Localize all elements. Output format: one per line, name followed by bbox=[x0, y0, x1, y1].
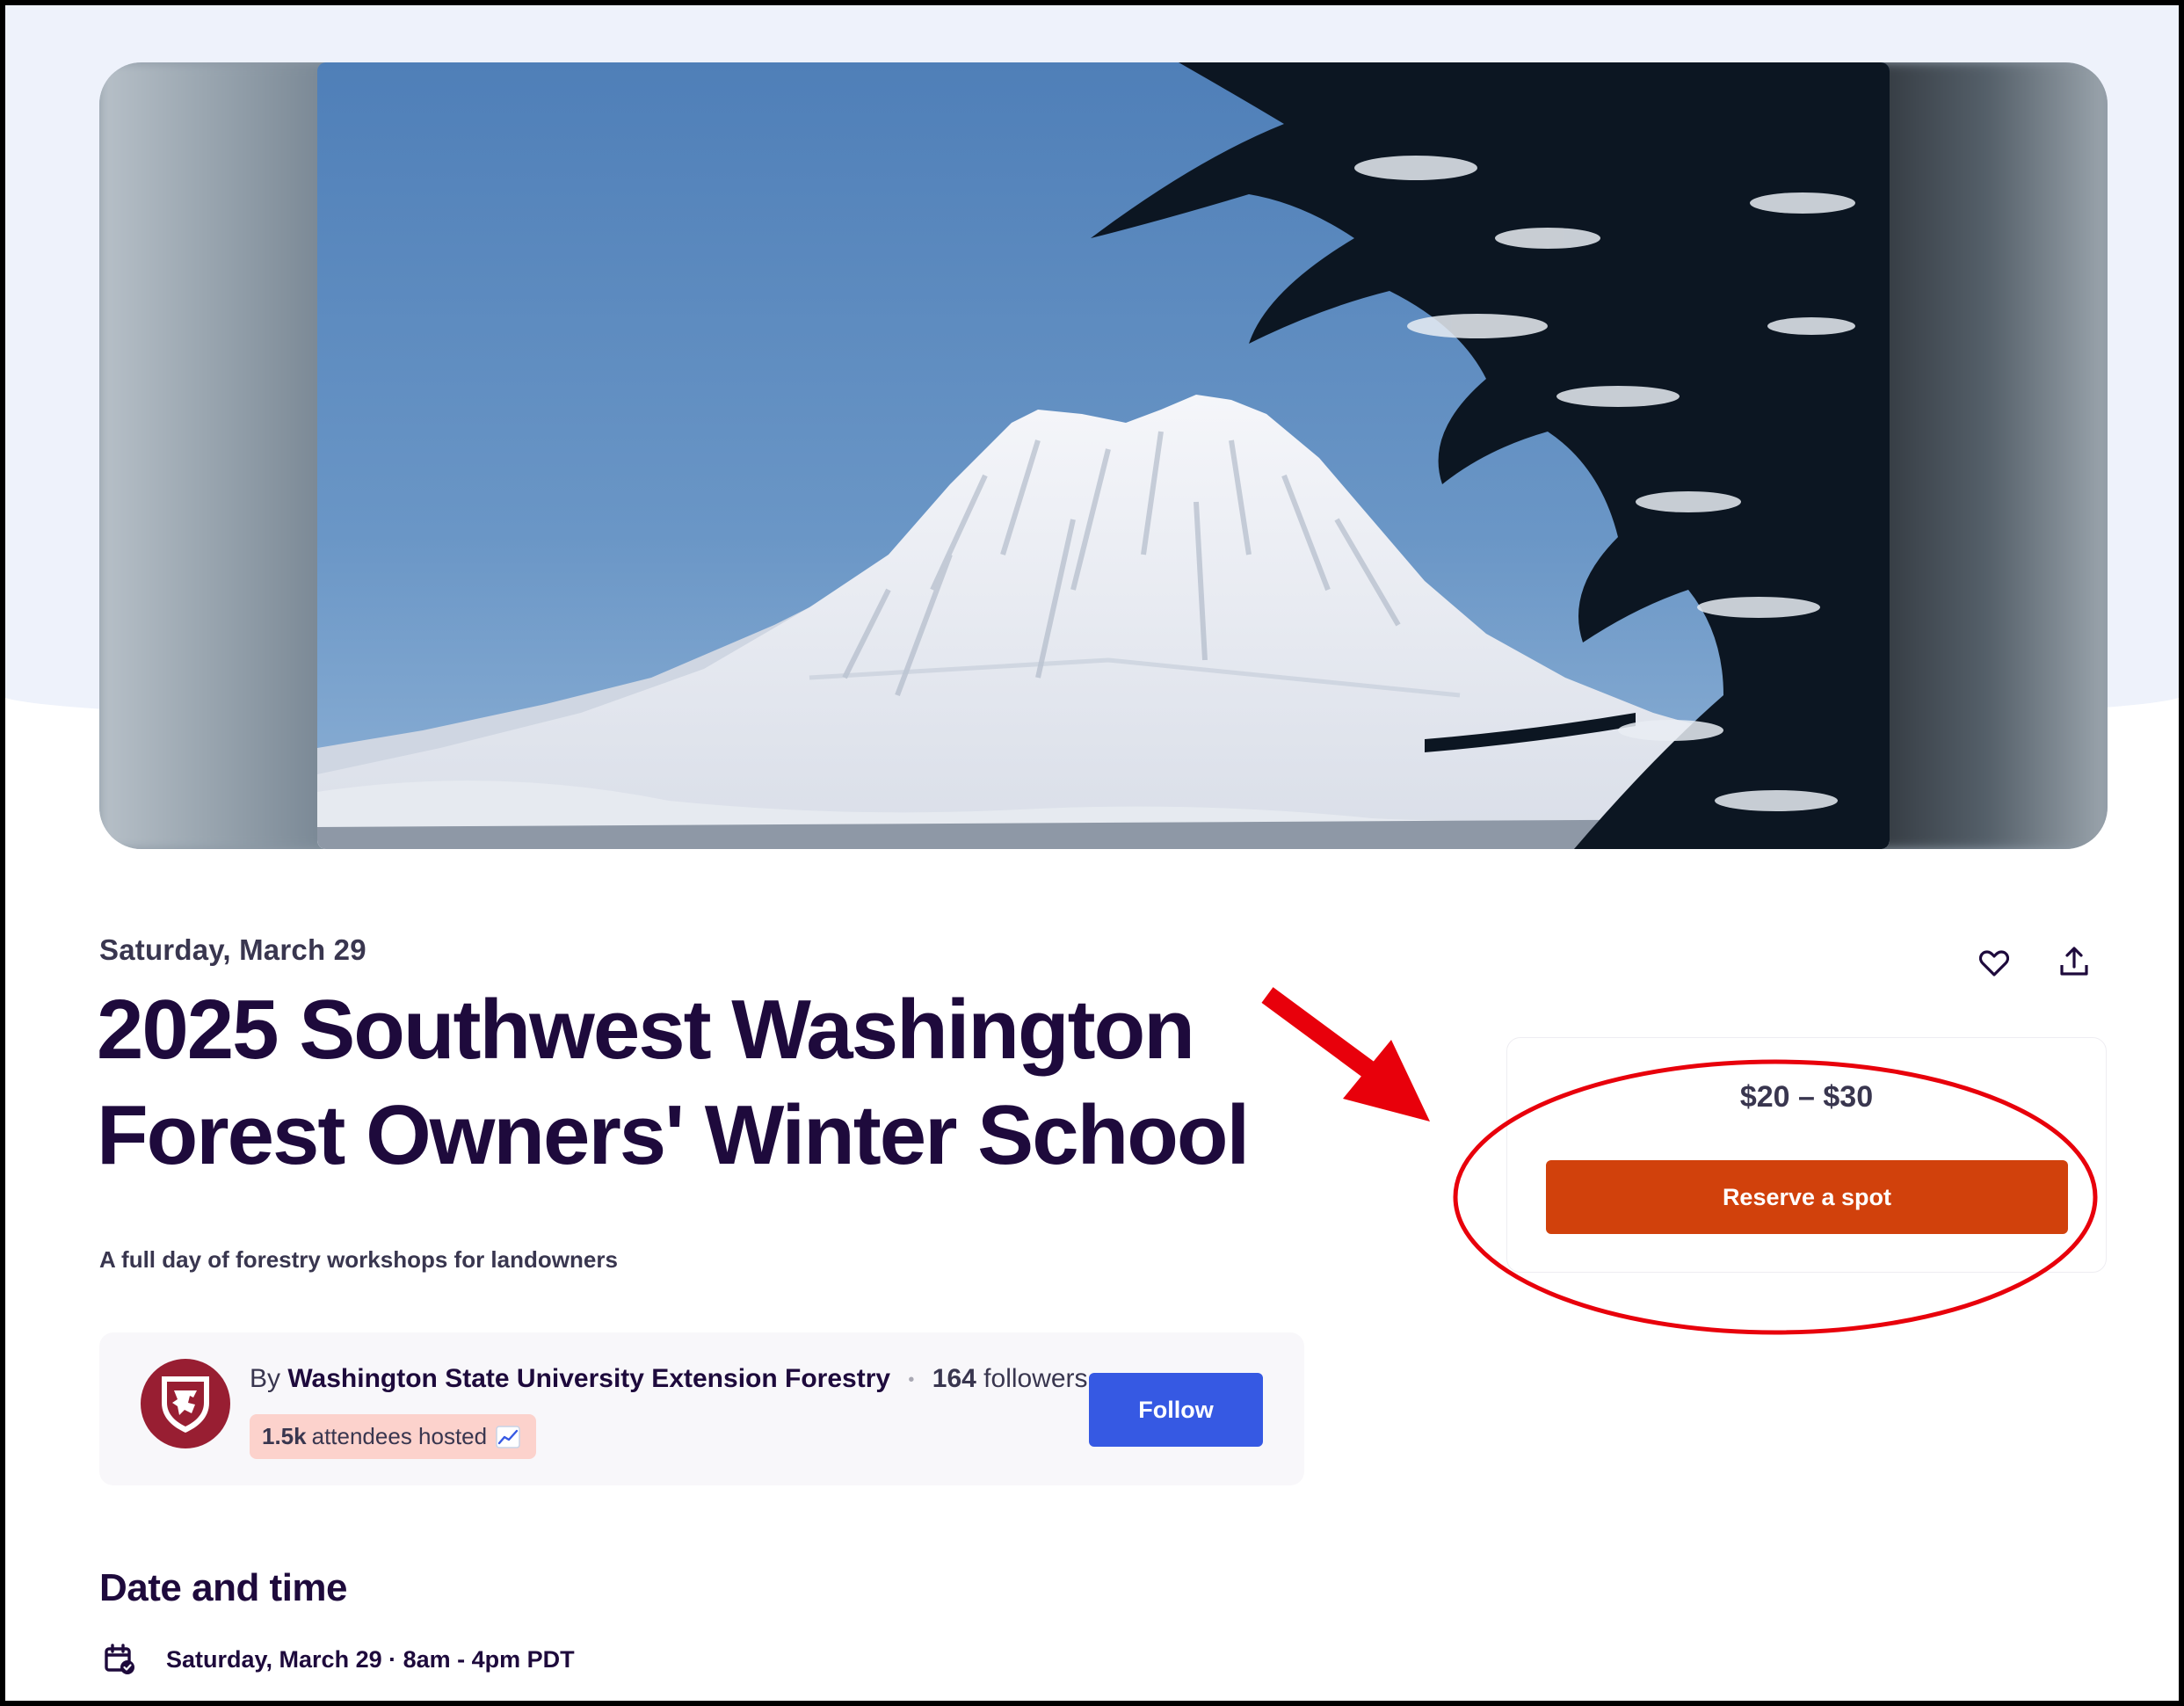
price-range: $20 – $30 bbox=[1739, 1080, 1874, 1114]
event-datetime: Saturday, March 29 · 8am - 4pm PDT bbox=[166, 1645, 575, 1673]
organizer-avatar[interactable] bbox=[141, 1359, 230, 1448]
ticket-card: $20 – $30 Reserve a spot bbox=[1506, 1037, 2107, 1273]
organizer-line: By Washington State University Extension… bbox=[250, 1364, 1088, 1394]
hero-photo-mountain bbox=[317, 62, 1890, 849]
attendees-count: 1.5k bbox=[262, 1423, 307, 1449]
event-summary: A full day of forestry workshops for lan… bbox=[99, 1246, 618, 1273]
heart-icon bbox=[1979, 950, 2009, 976]
followers-count: 164 bbox=[932, 1364, 976, 1393]
attendees-hosted-badge: 1.5k attendees hosted bbox=[250, 1414, 537, 1459]
reserve-spot-button[interactable]: Reserve a spot bbox=[1546, 1160, 2068, 1234]
separator-dot: • bbox=[908, 1369, 915, 1390]
organizer-card: By Washington State University Extension… bbox=[99, 1332, 1304, 1485]
hero-image bbox=[99, 62, 2108, 849]
share-button[interactable] bbox=[2053, 940, 2095, 983]
event-title: 2025 Southwest Washington Forest Owners'… bbox=[97, 983, 1250, 1182]
share-icon bbox=[2060, 947, 2088, 976]
attendees-label: attendees hosted bbox=[311, 1423, 488, 1449]
organizer-name-link[interactable]: Washington State University Extension Fo… bbox=[287, 1364, 890, 1393]
followers-label: followers bbox=[983, 1364, 1088, 1393]
date-time-row: Saturday, March 29 · 8am - 4pm PDT bbox=[104, 1642, 575, 1677]
chart-increasing-icon bbox=[496, 1425, 520, 1448]
organizer-by-label: By bbox=[250, 1364, 281, 1393]
event-date: Saturday, March 29 bbox=[99, 933, 366, 966]
wsu-cougar-logo bbox=[162, 1376, 209, 1433]
like-button[interactable] bbox=[1973, 942, 2015, 984]
follow-button[interactable]: Follow bbox=[1089, 1373, 1263, 1447]
date-time-heading: Date and time bbox=[99, 1566, 348, 1609]
calendar-check-icon bbox=[104, 1644, 135, 1675]
